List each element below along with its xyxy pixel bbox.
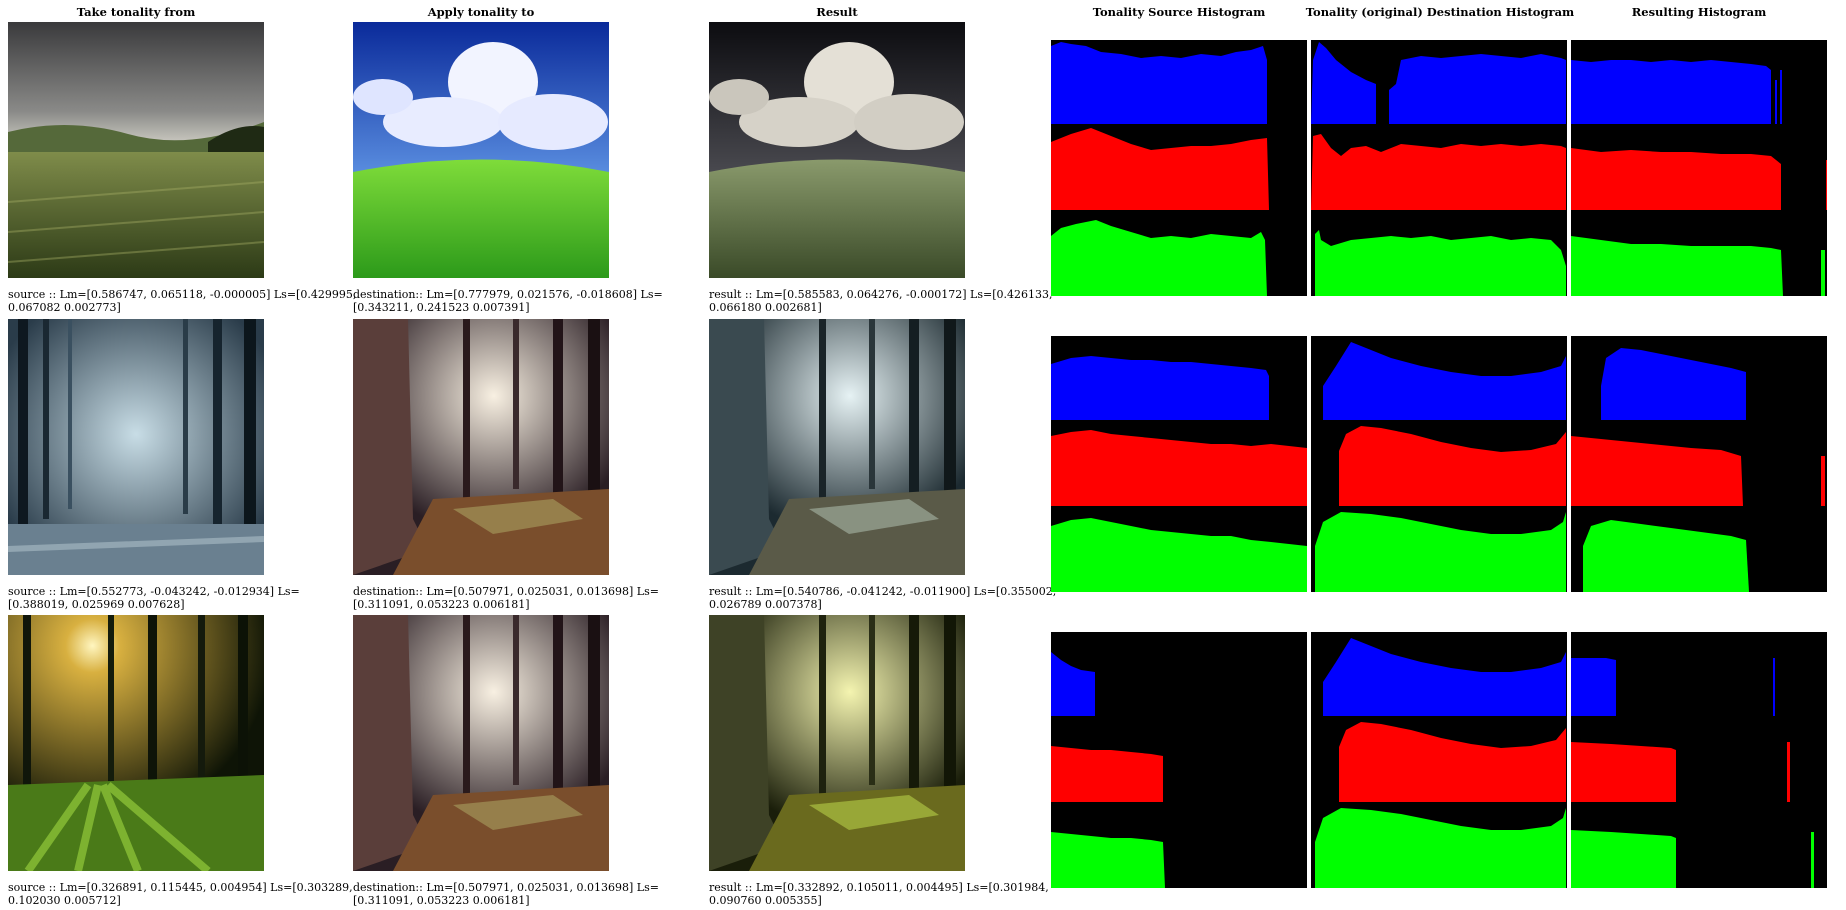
destination-stats-caption: destination:: Lm=[0.507971, 0.025031, 0.… (353, 881, 659, 907)
header-destination-histogram: Tonality (original) Destination Histogra… (1305, 5, 1575, 19)
resulting-histogram (1571, 632, 1827, 888)
resulting-histogram (1571, 336, 1827, 592)
header-apply-tonality-to: Apply tonality to (427, 5, 535, 19)
result-image-meadow (709, 22, 965, 278)
resulting-histogram (1571, 40, 1827, 296)
result-stats-caption: result :: Lm=[0.540786, -0.041242, -0.01… (709, 585, 1057, 611)
header-tonality-source-histogram: Tonality Source Histogram (1092, 5, 1266, 19)
destination-image-forest (353, 615, 609, 871)
source-image-sunlit-forest (8, 615, 264, 871)
result-stats-caption: result :: Lm=[0.585583, 0.064276, -0.000… (709, 288, 1053, 314)
source-stats-caption: source :: Lm=[0.326891, 0.115445, 0.0049… (8, 881, 353, 907)
destination-histogram (1311, 336, 1567, 592)
destination-stats-caption: destination:: Lm=[0.507971, 0.025031, 0.… (353, 585, 659, 611)
result-image-forest (709, 615, 965, 871)
header-resulting-histogram: Resulting Histogram (1631, 5, 1767, 19)
destination-histogram (1311, 632, 1567, 888)
source-histogram (1051, 40, 1307, 296)
source-image-misty-forest (8, 319, 264, 575)
source-image-field (8, 22, 264, 278)
destination-image-meadow (353, 22, 609, 278)
header-take-tonality-from: Take tonality from (76, 5, 196, 19)
source-stats-caption: source :: Lm=[0.552773, -0.043242, -0.01… (8, 585, 300, 611)
source-stats-caption: source :: Lm=[0.586747, 0.065118, -0.000… (8, 288, 357, 314)
destination-stats-caption: destination:: Lm=[0.777979, 0.021576, -0… (353, 288, 663, 314)
destination-histogram (1311, 40, 1567, 296)
source-histogram (1051, 632, 1307, 888)
result-image-forest (709, 319, 965, 575)
destination-image-forest (353, 319, 609, 575)
header-result: Result (816, 5, 858, 19)
result-stats-caption: result :: Lm=[0.332892, 0.105011, 0.0044… (709, 881, 1049, 907)
source-histogram (1051, 336, 1307, 592)
